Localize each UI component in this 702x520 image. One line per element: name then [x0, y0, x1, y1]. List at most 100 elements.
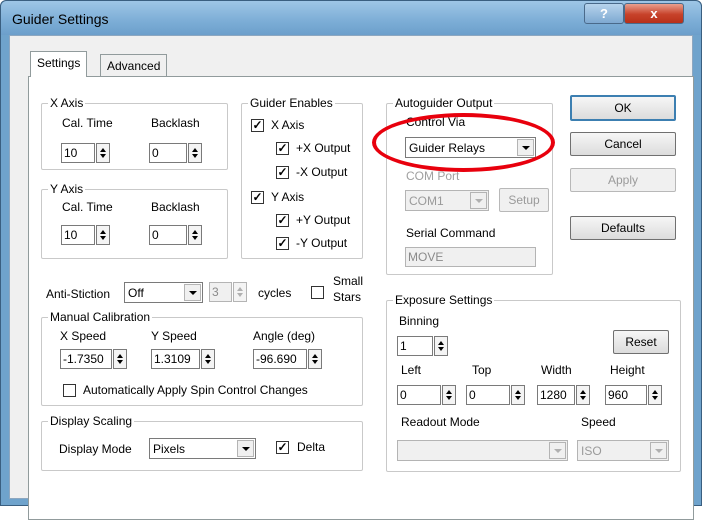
y-speed-label: Y Speed	[151, 329, 197, 343]
minus-x-checkbox[interactable]: ✓	[276, 166, 289, 179]
chevron-down-icon[interactable]	[470, 192, 487, 209]
readout-mode-select[interactable]	[397, 440, 568, 461]
height-spinner[interactable]	[648, 385, 662, 405]
com-port-value: COM1	[409, 194, 444, 208]
chevron-down-icon[interactable]	[184, 284, 201, 301]
x-speed-spinner[interactable]	[113, 349, 127, 369]
apply-button[interactable]: Apply	[570, 168, 676, 192]
tab-settings[interactable]: Settings	[30, 51, 88, 77]
close-icon[interactable]: x	[624, 3, 684, 24]
angle-spinner[interactable]	[308, 349, 322, 369]
x-backlash-input[interactable]: 0	[149, 143, 187, 163]
tab-advanced[interactable]: Advanced	[100, 54, 168, 77]
chevron-down-icon[interactable]	[650, 442, 667, 459]
y-cal-time-label: Cal. Time	[62, 200, 113, 214]
y-backlash-input[interactable]: 0	[149, 225, 187, 245]
anti-stiction-value: Off	[128, 286, 144, 300]
delta-label: Delta	[297, 440, 326, 454]
top-spinner[interactable]	[511, 385, 525, 405]
setup-button[interactable]: Setup	[499, 188, 549, 212]
guider-enables-label: Guider Enables	[248, 96, 335, 110]
reset-button[interactable]: Reset	[613, 330, 669, 354]
x-speed-input[interactable]: -1.7350	[60, 349, 112, 369]
x-speed-label: X Speed	[60, 329, 107, 343]
small-stars-label-line1: Small	[333, 274, 364, 288]
left-label: Left	[401, 363, 422, 377]
width-label: Width	[541, 363, 572, 377]
display-mode-select[interactable]: Pixels	[149, 438, 256, 459]
serial-command-label: Serial Command	[406, 226, 496, 240]
exposure-settings-label: Exposure Settings	[393, 293, 495, 307]
minus-y-checkbox[interactable]: ✓	[276, 237, 289, 250]
x-axis-enable-label: X Axis	[271, 118, 305, 132]
y-speed-spinner[interactable]	[201, 349, 215, 369]
cycles-spinner[interactable]	[233, 282, 247, 302]
anti-stiction-label: Anti-Stiction	[46, 287, 111, 301]
plus-y-checkbox[interactable]: ✓	[276, 214, 289, 227]
top-input[interactable]: 0	[466, 385, 510, 405]
x-cal-time-input[interactable]: 10	[61, 143, 95, 163]
x-cal-time-label: Cal. Time	[62, 116, 113, 130]
display-mode-label: Display Mode	[59, 442, 132, 456]
speed-label: Speed	[581, 415, 616, 429]
com-port-select[interactable]: COM1	[405, 190, 489, 211]
height-label: Height	[610, 363, 645, 377]
chevron-down-icon[interactable]	[237, 440, 254, 457]
highlight-annotation	[372, 113, 555, 172]
window-title: Guider Settings	[12, 11, 109, 27]
delta-checkbox[interactable]: ✓	[276, 441, 289, 454]
cycles-label: cycles	[258, 286, 292, 300]
display-mode-value: Pixels	[153, 442, 186, 456]
width-input[interactable]: 1280	[537, 385, 575, 405]
title-bar[interactable]: Guider Settings ? x	[1, 1, 701, 35]
x-cal-time-spinner[interactable]	[96, 143, 110, 163]
x-backlash-label: Backlash	[151, 116, 200, 130]
plus-x-label: +X Output	[296, 141, 351, 155]
plus-y-label: +Y Output	[296, 213, 351, 227]
cycles-input[interactable]: 3	[209, 282, 232, 302]
top-label: Top	[472, 363, 492, 377]
minus-y-label: -Y Output	[296, 236, 348, 250]
angle-input[interactable]: -96.690	[253, 349, 307, 369]
height-input[interactable]: 960	[605, 385, 647, 405]
binning-spinner[interactable]	[434, 336, 448, 356]
help-icon[interactable]: ?	[584, 3, 624, 24]
ok-button[interactable]: OK	[570, 95, 676, 121]
y-cal-time-input[interactable]: 10	[61, 225, 95, 245]
y-cal-time-spinner[interactable]	[96, 225, 110, 245]
small-stars-label-line2: Stars	[333, 290, 362, 304]
com-port-label: COM Port	[406, 169, 460, 183]
binning-label: Binning	[399, 314, 440, 328]
minus-x-label: -X Output	[296, 165, 348, 179]
angle-label: Angle (deg)	[253, 329, 316, 343]
y-speed-input[interactable]: 1.3109	[151, 349, 200, 369]
small-stars-checkbox[interactable]	[311, 286, 324, 299]
autoguider-output-label: Autoguider Output	[393, 96, 495, 110]
readout-mode-label: Readout Mode	[401, 415, 480, 429]
defaults-button[interactable]: Defaults	[570, 216, 676, 240]
y-axis-label: Y Axis	[48, 182, 86, 196]
plus-x-checkbox[interactable]: ✓	[276, 142, 289, 155]
display-scaling-label: Display Scaling	[48, 414, 135, 428]
binning-input[interactable]: 1	[397, 336, 433, 356]
anti-stiction-select[interactable]: Off	[124, 282, 203, 303]
auto-apply-label: Automatically Apply Spin Control Changes	[83, 383, 308, 397]
speed-value: ISO	[581, 444, 602, 458]
y-axis-checkbox[interactable]: ✓	[251, 191, 264, 204]
y-backlash-label: Backlash	[151, 200, 200, 214]
auto-apply-checkbox[interactable]	[63, 384, 76, 397]
x-backlash-spinner[interactable]	[188, 143, 202, 163]
chevron-down-icon[interactable]	[549, 442, 566, 459]
y-backlash-spinner[interactable]	[188, 225, 202, 245]
speed-select[interactable]: ISO	[577, 440, 669, 461]
dialog-window: Guider Settings ? x Settings Advanced X …	[0, 0, 702, 520]
serial-command-input[interactable]: MOVE	[405, 247, 536, 267]
x-axis-label: X Axis	[48, 96, 86, 110]
manual-calibration-label: Manual Calibration	[48, 310, 153, 324]
width-spinner[interactable]	[576, 385, 590, 405]
left-spinner[interactable]	[442, 385, 456, 405]
y-axis-enable-label: Y Axis	[271, 190, 305, 204]
left-input[interactable]: 0	[397, 385, 441, 405]
cancel-button[interactable]: Cancel	[570, 132, 676, 156]
x-axis-checkbox[interactable]: ✓	[251, 119, 264, 132]
